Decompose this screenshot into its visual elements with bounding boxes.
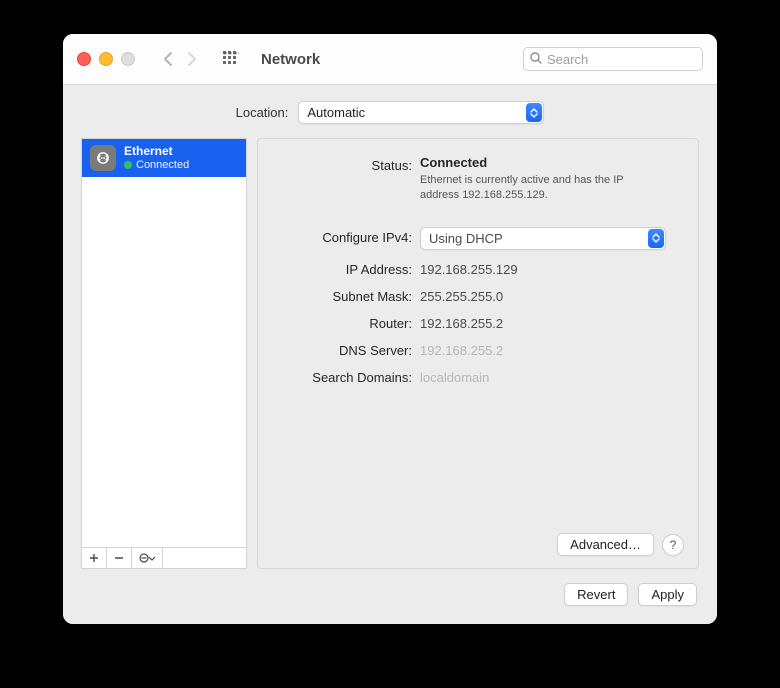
chevron-up-down-icon [648,229,664,248]
location-select[interactable]: Automatic [298,101,544,124]
search-input[interactable]: Search [523,47,703,71]
interfaces-sidebar: Ethernet Connected [81,138,247,569]
search-icon [530,52,542,67]
content: Location: Automatic [63,85,717,624]
dns-server-value: 192.168.255.2 [420,340,680,358]
status-description: Ethernet is currently active and has the… [420,173,650,203]
apply-button[interactable]: Apply [638,583,697,606]
footer-buttons: Revert Apply [63,569,717,624]
back-button[interactable] [163,51,173,67]
interface-name: Ethernet [124,145,189,159]
subnet-mask-label: Subnet Mask: [276,286,420,304]
search-domains-value: localdomain [420,367,680,385]
status-value: Connected [420,155,680,170]
configure-ipv4-value: Using DHCP [429,231,503,246]
close-window-button[interactable] [77,52,91,66]
location-label: Location: [236,105,289,120]
search-domains-label: Search Domains: [276,367,420,385]
zoom-window-button [121,52,135,66]
status-label: Status: [276,155,420,173]
preferences-window: Network Search Location: Automatic [63,34,717,624]
more-actions-button[interactable] [132,548,163,568]
sidebar-footer [81,547,247,569]
router-value: 192.168.255.2 [420,313,680,331]
sidebar-item-ethernet[interactable]: Ethernet Connected [82,139,246,177]
show-all-button[interactable] [223,51,239,67]
add-interface-button[interactable] [82,548,107,568]
revert-button[interactable]: Revert [564,583,628,606]
window-title: Network [261,51,320,68]
configure-ipv4-select[interactable]: Using DHCP [420,227,666,250]
status-dot-icon [124,161,132,169]
ethernet-icon [90,145,116,171]
search-placeholder: Search [547,52,588,67]
traffic-lights [77,52,135,66]
configure-ipv4-label: Configure IPv4: [276,227,420,245]
subnet-mask-value: 255.255.255.0 [420,286,680,304]
forward-button[interactable] [187,51,197,67]
advanced-button[interactable]: Advanced… [557,533,654,556]
remove-interface-button[interactable] [107,548,132,568]
dns-server-label: DNS Server: [276,340,420,358]
interfaces-list[interactable]: Ethernet Connected [81,138,247,547]
ip-address-label: IP Address: [276,259,420,277]
nav-arrows [163,51,197,67]
location-value: Automatic [307,105,365,120]
minimize-window-button[interactable] [99,52,113,66]
location-row: Location: Automatic [63,85,717,138]
sidebar-footer-spacer [163,548,246,568]
interface-detail-panel: Status: Connected Ethernet is currently … [257,138,699,569]
ip-address-value: 192.168.255.129 [420,259,680,277]
interface-status: Connected [136,159,189,172]
help-button[interactable]: ? [662,534,684,556]
router-label: Router: [276,313,420,331]
toolbar: Network Search [63,34,717,85]
chevron-up-down-icon [526,103,542,122]
